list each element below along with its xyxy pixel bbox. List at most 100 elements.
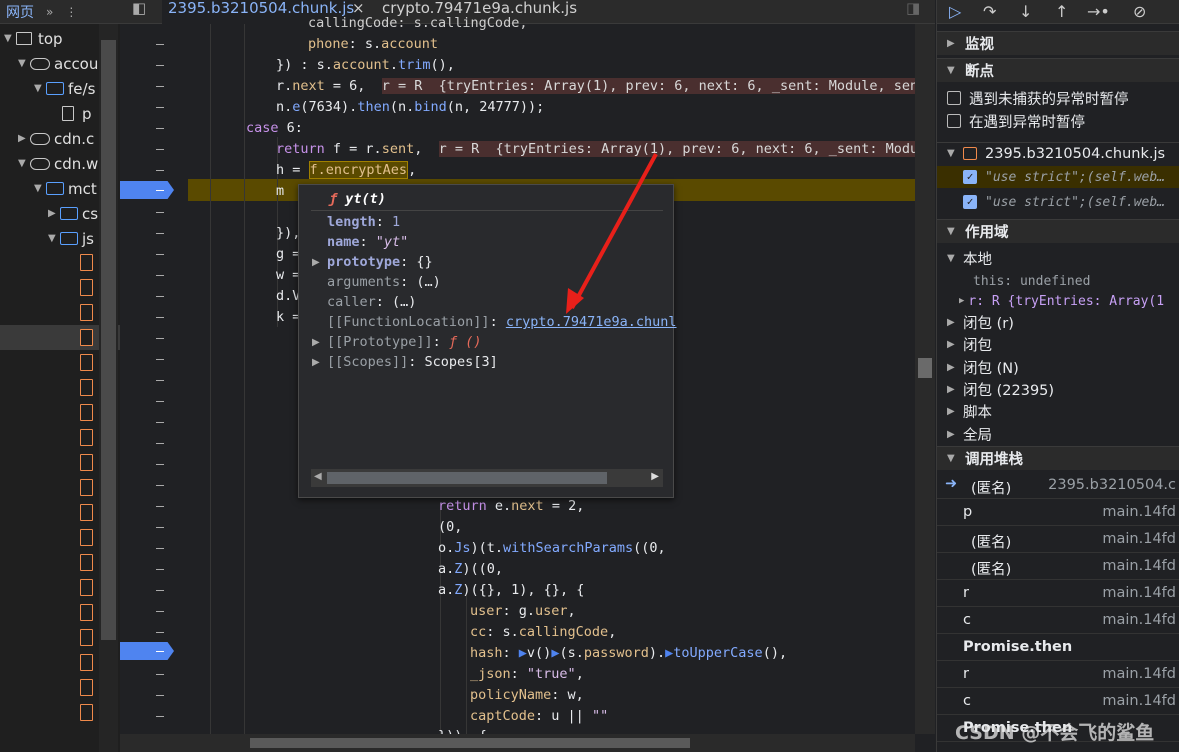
- call-frame[interactable]: ➜ (匿名) 2395.b3210504.c: [937, 472, 1179, 499]
- chevron-down-icon[interactable]: ▼: [34, 83, 46, 94]
- expand-triangle-icon[interactable]: ▶: [312, 357, 320, 368]
- js-file-icon[interactable]: [80, 379, 93, 396]
- scope-script[interactable]: ▶ 脚本: [937, 400, 1179, 422]
- line-marker[interactable]: [156, 527, 164, 528]
- call-frame[interactable]: c main.14fd: [937, 688, 1179, 715]
- line-marker[interactable]: [156, 422, 164, 423]
- frame-location[interactable]: main.14fd: [1102, 666, 1176, 682]
- js-file-icon[interactable]: [80, 479, 93, 496]
- js-file-icon[interactable]: [80, 654, 93, 671]
- chevron-down-icon[interactable]: ▼: [947, 65, 959, 76]
- resume-icon[interactable]: ▷: [949, 2, 961, 21]
- scope-local[interactable]: ▼ 本地: [937, 247, 1179, 269]
- js-file-icon[interactable]: [80, 579, 93, 596]
- chevron-down-icon[interactable]: ▼: [18, 158, 30, 169]
- line-marker[interactable]: [156, 485, 164, 486]
- breakpoint-item[interactable]: ✓ "use strict";(self.web…: [937, 166, 1179, 188]
- scope-r[interactable]: ▶ r: R {tryEntries: Array(1: [937, 290, 1179, 312]
- prop-row[interactable]: prototype: {}: [327, 254, 433, 270]
- line-marker[interactable]: [156, 275, 164, 276]
- js-file-icon[interactable]: [80, 704, 93, 721]
- js-file-icon[interactable]: [80, 554, 93, 571]
- step-into-icon[interactable]: ↓: [1019, 2, 1032, 21]
- line-marker[interactable]: [156, 107, 164, 108]
- js-file-icon[interactable]: [80, 629, 93, 646]
- tree-item-folder[interactable]: ▼ mct: [34, 176, 97, 201]
- prop-row[interactable]: [[Prototype]]: ƒ (): [327, 334, 481, 350]
- tree-item-top[interactable]: ▼ top: [4, 26, 63, 51]
- line-marker[interactable]: [156, 359, 164, 360]
- step-out-icon[interactable]: ↑: [1055, 2, 1068, 21]
- frame-location[interactable]: main.14fd: [1102, 558, 1176, 574]
- line-marker[interactable]: [156, 212, 164, 213]
- chevron-down-icon[interactable]: ▼: [4, 33, 16, 44]
- tree-item-page[interactable]: p: [62, 101, 92, 126]
- js-file-icon[interactable]: [80, 279, 93, 296]
- section-callstack[interactable]: ▼ 调用堆栈: [937, 446, 1179, 470]
- navigator-scroll-thumb[interactable]: [101, 40, 116, 640]
- line-marker[interactable]: [156, 170, 164, 171]
- line-marker[interactable]: [156, 548, 164, 549]
- js-file-icon[interactable]: [80, 504, 93, 521]
- line-marker[interactable]: [156, 44, 164, 45]
- breakpoint-marker[interactable]: [120, 181, 174, 199]
- scope-closure[interactable]: ▶ 闭包 (r): [937, 311, 1179, 333]
- kebab-menu-icon[interactable]: ⋮: [59, 5, 83, 19]
- prop-row[interactable]: caller: (…): [327, 294, 416, 310]
- expand-triangle-icon[interactable]: ▶: [312, 337, 320, 348]
- call-frame[interactable]: c main.14fd: [937, 607, 1179, 634]
- line-marker[interactable]: [156, 233, 164, 234]
- section-breakpoints[interactable]: ▼ 断点: [937, 58, 1179, 82]
- tree-item-domain[interactable]: ▼ cdn.w: [18, 151, 98, 176]
- tree-item-folder[interactable]: ▶ cs: [48, 201, 98, 226]
- toggle-navigator-icon[interactable]: ◧: [132, 0, 146, 24]
- line-marker[interactable]: [156, 569, 164, 570]
- line-marker[interactable]: [156, 590, 164, 591]
- inline-value[interactable]: r = R {tryEntries: Array(1), prev: 6, ne…: [381, 78, 927, 94]
- chevron-down-icon[interactable]: ▼: [947, 226, 959, 237]
- tab-page[interactable]: 网页: [0, 2, 40, 22]
- scope-global[interactable]: ▶ 全局: [937, 423, 1179, 445]
- line-marker[interactable]: [156, 611, 164, 612]
- prop-row[interactable]: [[Scopes]]: Scopes[3]: [327, 354, 498, 370]
- line-marker[interactable]: [156, 65, 164, 66]
- js-file-icon[interactable]: [80, 529, 93, 546]
- line-marker[interactable]: [156, 506, 164, 507]
- line-marker[interactable]: [156, 464, 164, 465]
- inline-value[interactable]: r = R {tryEntries: Array(1), prev: 6, ne…: [438, 141, 927, 157]
- js-file-icon[interactable]: [80, 329, 93, 346]
- tree-item-domain[interactable]: ▶ cdn.c: [18, 126, 94, 151]
- line-marker[interactable]: [156, 317, 164, 318]
- pause-uncaught-option[interactable]: 遇到未捕获的异常时暂停: [937, 87, 1179, 109]
- editor-vscroll-thumb[interactable]: [918, 358, 932, 378]
- checkbox[interactable]: [947, 114, 961, 128]
- chevron-right-icon[interactable]: ▶: [947, 38, 959, 49]
- call-frame[interactable]: (匿名) main.14fd: [937, 553, 1179, 580]
- line-marker[interactable]: [156, 716, 164, 717]
- js-file-icon[interactable]: [80, 454, 93, 471]
- frame-location[interactable]: main.14fd: [1102, 504, 1176, 520]
- chevron-down-icon[interactable]: ▼: [947, 148, 959, 159]
- tree-item-domain[interactable]: ▼ accou: [18, 51, 98, 76]
- frame-location[interactable]: 2395.b3210504.c: [1048, 477, 1176, 493]
- chevron-down-icon[interactable]: ▼: [947, 253, 959, 264]
- call-frame[interactable]: r main.14fd: [937, 580, 1179, 607]
- chevron-right-icon[interactable]: ▶: [48, 208, 60, 219]
- chevron-down-icon[interactable]: ▼: [947, 453, 959, 464]
- line-marker[interactable]: [156, 443, 164, 444]
- line-marker[interactable]: [156, 674, 164, 675]
- line-marker[interactable]: [156, 86, 164, 87]
- editor-vscrollbar[interactable]: [915, 24, 935, 734]
- pause-caught-option[interactable]: 在遇到异常时暂停: [937, 110, 1179, 132]
- step-icon[interactable]: →•: [1087, 2, 1110, 21]
- js-file-icon[interactable]: [80, 404, 93, 421]
- call-frame[interactable]: (匿名) main.14fd: [937, 526, 1179, 553]
- checkbox-checked[interactable]: ✓: [963, 170, 977, 184]
- breakpoint-item[interactable]: ✓ "use strict";(self.web…: [937, 191, 1179, 213]
- line-marker[interactable]: [156, 380, 164, 381]
- js-file-icon[interactable]: [80, 304, 93, 321]
- call-frame[interactable]: r main.14fd: [937, 661, 1179, 688]
- js-file-icon[interactable]: [80, 679, 93, 696]
- line-marker[interactable]: [156, 695, 164, 696]
- checkbox[interactable]: [947, 91, 961, 105]
